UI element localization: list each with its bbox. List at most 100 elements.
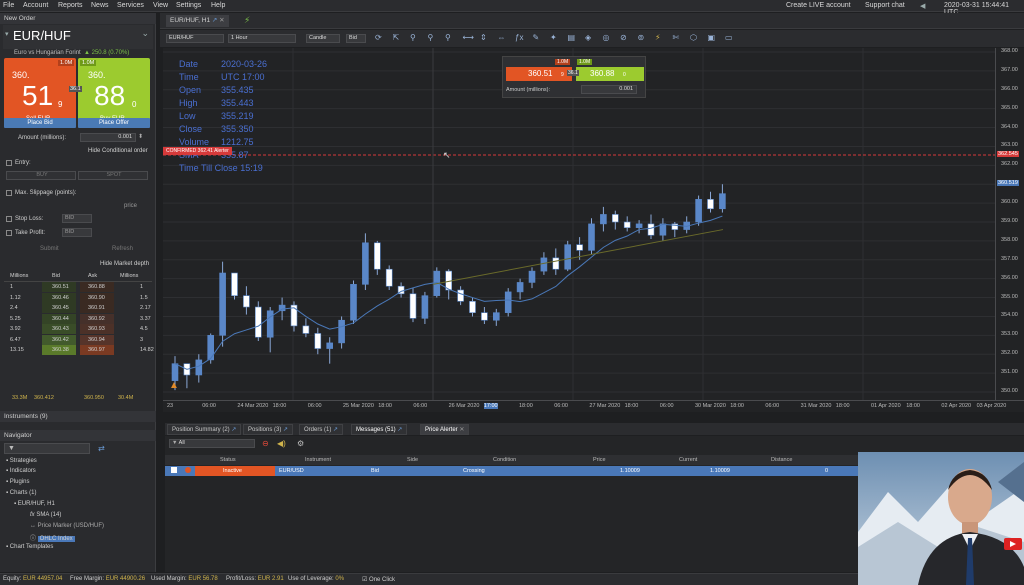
candlestick-chart[interactable]: ▲ xyxy=(163,48,995,400)
layers-icon[interactable]: ◈ xyxy=(585,33,591,42)
tree-item-plugins[interactable]: ▪ Plugins xyxy=(6,479,29,485)
grid-icon[interactable]: ▤ xyxy=(568,33,576,42)
one-click-toggle[interactable]: ☑ One Click xyxy=(362,576,395,583)
hide-conditional-link[interactable]: Hide Conditional order xyxy=(88,148,148,154)
tree-item-strategies[interactable]: ▪ Strategies xyxy=(6,458,37,464)
zoom-out-icon[interactable]: ⚲ xyxy=(428,33,434,42)
sync-icon[interactable]: ⇄ xyxy=(98,444,105,453)
take-profit-checkbox[interactable] xyxy=(6,230,12,236)
alert-filter-select[interactable]: ▼ All xyxy=(169,439,255,448)
tree-item-chart-eurhuf[interactable]: ▪ EUR/HUF, H1 xyxy=(14,501,55,507)
sound-icon[interactable]: ◀) xyxy=(277,439,286,448)
symbol-box[interactable]: EUR/HUF ▾ ⌄ xyxy=(3,25,153,49)
menu-view[interactable]: View xyxy=(153,2,168,9)
menu-services[interactable]: Services xyxy=(117,2,144,9)
place-offer-button[interactable]: Place Offer xyxy=(78,118,150,128)
max-slippage-checkbox[interactable] xyxy=(6,190,12,196)
alerts-icon[interactable]: ⚡ xyxy=(655,33,661,42)
place-bid-button[interactable]: Place Bid xyxy=(4,118,76,128)
create-live-account-link[interactable]: Create LIVE account xyxy=(786,2,851,9)
take-profit-input[interactable]: BID xyxy=(62,228,92,237)
side-select[interactable]: Bid xyxy=(346,34,366,43)
delete-alert-icon[interactable]: ⊖ xyxy=(262,439,269,448)
tab-position-summary[interactable]: Position Summary (2) ↗ xyxy=(167,424,242,435)
col-distance[interactable]: Distance xyxy=(771,457,792,463)
zoom-fit-icon[interactable]: ⚲ xyxy=(445,33,451,42)
save-icon[interactable]: ▭ xyxy=(725,33,733,42)
entry-spot-button[interactable]: SPOT xyxy=(78,171,148,180)
menu-account[interactable]: Account xyxy=(23,2,48,9)
overlay-amount-input[interactable]: 0.001 xyxy=(581,85,637,94)
chart-type-select[interactable]: Candle xyxy=(306,34,340,43)
price-axis[interactable]: 368.00 367.00 366.00 365.00 364.00 363.00 362.… xyxy=(995,48,1024,400)
tree-item-templates[interactable]: ▪ Chart Templates xyxy=(6,544,53,550)
tree-item-price-marker[interactable]: ↔ Price Marker (USD/HUF) xyxy=(30,523,104,529)
undock-icon[interactable]: ↗ xyxy=(283,427,288,433)
navigator-filter-select[interactable]: ▼ xyxy=(4,443,90,454)
collapse-icon[interactable]: ⌄ xyxy=(141,28,149,39)
objects-icon[interactable]: ✦ xyxy=(550,33,557,42)
indicators-icon[interactable]: ƒx xyxy=(515,33,523,42)
zoom-in-icon[interactable]: ⚲ xyxy=(410,33,416,42)
draw-icon[interactable]: ✎ xyxy=(533,33,540,42)
time-axis[interactable]: 23 06:00 24 Mar 2020 18:00 06:00 25 Mar 2020 1… xyxy=(163,400,1024,412)
chart-area[interactable]: ▲ Date 2020-03-26 Time UTC 17:00 Open 355.4… xyxy=(163,48,995,400)
period-separators-icon[interactable]: ⊘ xyxy=(620,33,627,42)
col-side[interactable]: Side xyxy=(407,457,418,463)
entry-checkbox[interactable] xyxy=(6,160,12,166)
col-instrument[interactable]: Instrument xyxy=(305,457,331,463)
menu-settings[interactable]: Settings xyxy=(176,2,201,9)
tab-orders[interactable]: Orders (1) ↗ xyxy=(299,424,344,435)
table-row[interactable]: 3.92 360.43 360.93 4.5 xyxy=(4,324,152,335)
support-chat-link[interactable]: Support chat xyxy=(865,2,905,9)
tree-item-sma[interactable]: fx SMA (14) xyxy=(30,512,61,518)
tab-messages[interactable]: Messages (51) ↗ xyxy=(351,424,408,435)
amount-input[interactable]: 0.001 xyxy=(80,133,136,142)
menu-news[interactable]: News xyxy=(91,2,109,9)
refresh-button[interactable]: Refresh xyxy=(112,246,133,252)
table-row[interactable]: 13.15 360.38 360.97 14.82 xyxy=(4,345,154,356)
table-row[interactable]: 6.47 360.42 360.94 3 xyxy=(4,334,152,346)
menu-file[interactable]: File xyxy=(3,2,14,9)
sell-tile[interactable]: 360. 51 9 Sell EUR xyxy=(4,58,76,126)
settings-gear-icon[interactable]: ⚙ xyxy=(297,439,304,448)
overlay-sell-button[interactable]: 360.51 9 xyxy=(506,67,572,81)
tree-item-indicators[interactable]: ▪ Indicators xyxy=(6,468,36,474)
view-icon[interactable]: ◎ xyxy=(603,33,610,42)
scroll-start-icon[interactable]: ⇱ xyxy=(393,33,400,42)
menu-help[interactable]: Help xyxy=(211,2,225,9)
refresh-icon[interactable]: ⟳ xyxy=(375,33,382,42)
stop-loss-checkbox[interactable] xyxy=(6,216,12,222)
instruments-title[interactable]: Instruments (9) xyxy=(0,411,156,422)
stop-loss-input[interactable]: BID xyxy=(62,214,92,223)
hide-depth-link[interactable]: Hide Market depth xyxy=(100,261,149,267)
row-checkbox[interactable] xyxy=(171,467,177,473)
stretch-horizontal-icon[interactable]: ⟷ xyxy=(463,33,474,42)
speaker-icon[interactable]: ◀ xyxy=(920,2,925,10)
new-chart-icon[interactable]: ⚡ xyxy=(244,15,250,26)
screenshot-icon[interactable]: ▣ xyxy=(708,33,716,42)
undock-icon[interactable]: ↗ xyxy=(397,427,402,433)
col-current[interactable]: Current xyxy=(679,457,697,463)
instrument-select[interactable]: EUR/HUF xyxy=(166,34,224,43)
amount-stepper-icon[interactable]: ⬍ xyxy=(138,133,143,140)
col-price[interactable]: Price xyxy=(593,457,606,463)
tab-chart-eurhuf[interactable]: EUR/HUF, H1 ↗ ✕ xyxy=(166,15,229,27)
stretch-vertical-icon[interactable]: ⇕ xyxy=(480,33,487,42)
col-condition[interactable]: Condition xyxy=(493,457,516,463)
price-alert-label[interactable]: CONFIRMED 362.41 Alerter xyxy=(163,147,232,155)
table-row[interactable]: 1.12 360.46 360.90 1.5 xyxy=(4,292,152,304)
pan-icon[interactable]: ⇔ xyxy=(498,33,506,42)
table-row[interactable]: 5.25 360.44 360.92 3.37 xyxy=(4,313,152,325)
col-status[interactable]: Status xyxy=(220,457,236,463)
tab-positions[interactable]: Positions (3) ↗ xyxy=(243,424,294,435)
cut-icon[interactable]: ✄ xyxy=(673,33,680,42)
tree-item-ohlc[interactable]: ⓘ OHLC Index xyxy=(30,533,75,542)
tab-price-alerter[interactable]: Price Alerter ✕ xyxy=(420,424,470,435)
buy-tile[interactable]: 360. 88 0 Buy EUR xyxy=(78,58,150,126)
undock-icon[interactable]: ↗ xyxy=(333,427,338,433)
menu-reports[interactable]: Reports xyxy=(58,2,83,9)
table-row[interactable]: 2.4 360.45 360.91 2.17 xyxy=(4,303,152,314)
entry-buy-button[interactable]: BUY xyxy=(6,171,76,180)
templates-icon[interactable]: ⬡ xyxy=(690,33,697,42)
